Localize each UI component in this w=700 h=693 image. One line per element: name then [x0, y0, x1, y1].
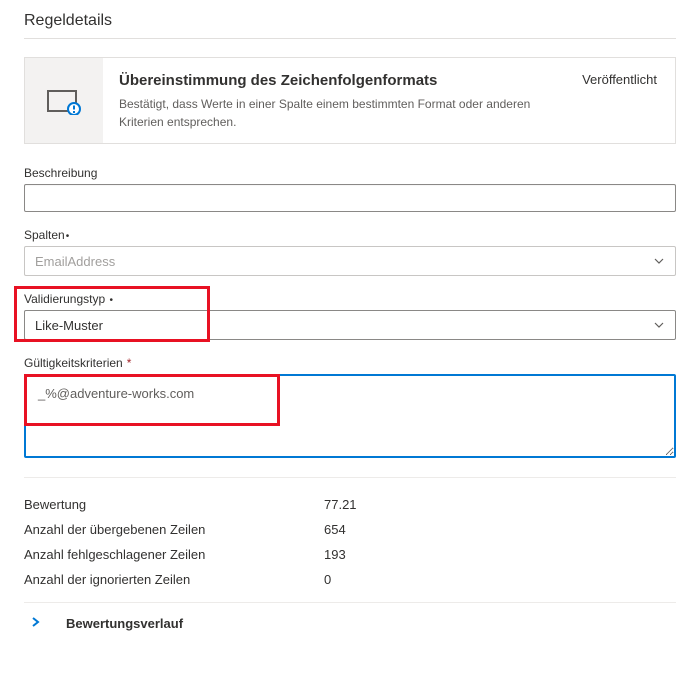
metric-label: Anzahl fehlgeschlagener Zeilen — [24, 547, 324, 562]
metric-value: 193 — [324, 547, 346, 562]
columns-field: Spalten EmailAddress — [24, 228, 676, 276]
rule-info-card: Übereinstimmung des Zeichenfolgenformats… — [24, 57, 676, 144]
description-field: Beschreibung — [24, 166, 676, 212]
metric-label: Anzahl der übergebenen Zeilen — [24, 522, 324, 537]
metric-row-passed: Anzahl der übergebenen Zeilen 654 — [24, 517, 676, 542]
metric-value: 77.21 — [324, 497, 357, 512]
validation-type-value: Like-Muster — [35, 318, 103, 333]
metric-label: Bewertung — [24, 497, 324, 512]
section-title: Regeldetails — [24, 12, 676, 39]
description-input[interactable] — [24, 184, 676, 212]
validation-type-field: Validierungstyp Like-Muster — [24, 292, 676, 340]
metrics-section: Bewertung 77.21 Anzahl der übergebenen Z… — [24, 477, 676, 603]
criteria-field: Gültigkeitskriterien* — [24, 356, 676, 461]
columns-value: EmailAddress — [35, 254, 115, 269]
columns-label: Spalten — [24, 228, 676, 242]
chevron-right-icon — [28, 615, 42, 632]
validation-type-select[interactable]: Like-Muster — [24, 310, 676, 340]
columns-select: EmailAddress — [24, 246, 676, 276]
history-label: Bewertungsverlauf — [66, 616, 183, 631]
metric-value: 654 — [324, 522, 346, 537]
metric-row-failed: Anzahl fehlgeschlagener Zeilen 193 — [24, 542, 676, 567]
metric-value: 0 — [324, 572, 331, 587]
card-title: Übereinstimmung des Zeichenfolgenformats — [119, 72, 566, 89]
criteria-label: Gültigkeitskriterien* — [24, 356, 676, 370]
metric-row-score: Bewertung 77.21 — [24, 492, 676, 517]
criteria-textarea[interactable] — [24, 374, 676, 458]
card-description: Bestätigt, dass Werte in einer Spalte ei… — [119, 95, 559, 131]
history-toggle[interactable]: Bewertungsverlauf — [24, 603, 676, 634]
chevron-down-icon — [653, 319, 665, 331]
metric-row-ignored: Anzahl der ignorierten Zeilen 0 — [24, 567, 676, 592]
description-label: Beschreibung — [24, 166, 676, 180]
string-format-icon — [25, 58, 103, 143]
metric-label: Anzahl der ignorierten Zeilen — [24, 572, 324, 587]
validation-type-label: Validierungstyp — [24, 292, 676, 306]
chevron-down-icon — [653, 255, 665, 267]
publish-status: Veröffentlicht — [582, 58, 675, 143]
